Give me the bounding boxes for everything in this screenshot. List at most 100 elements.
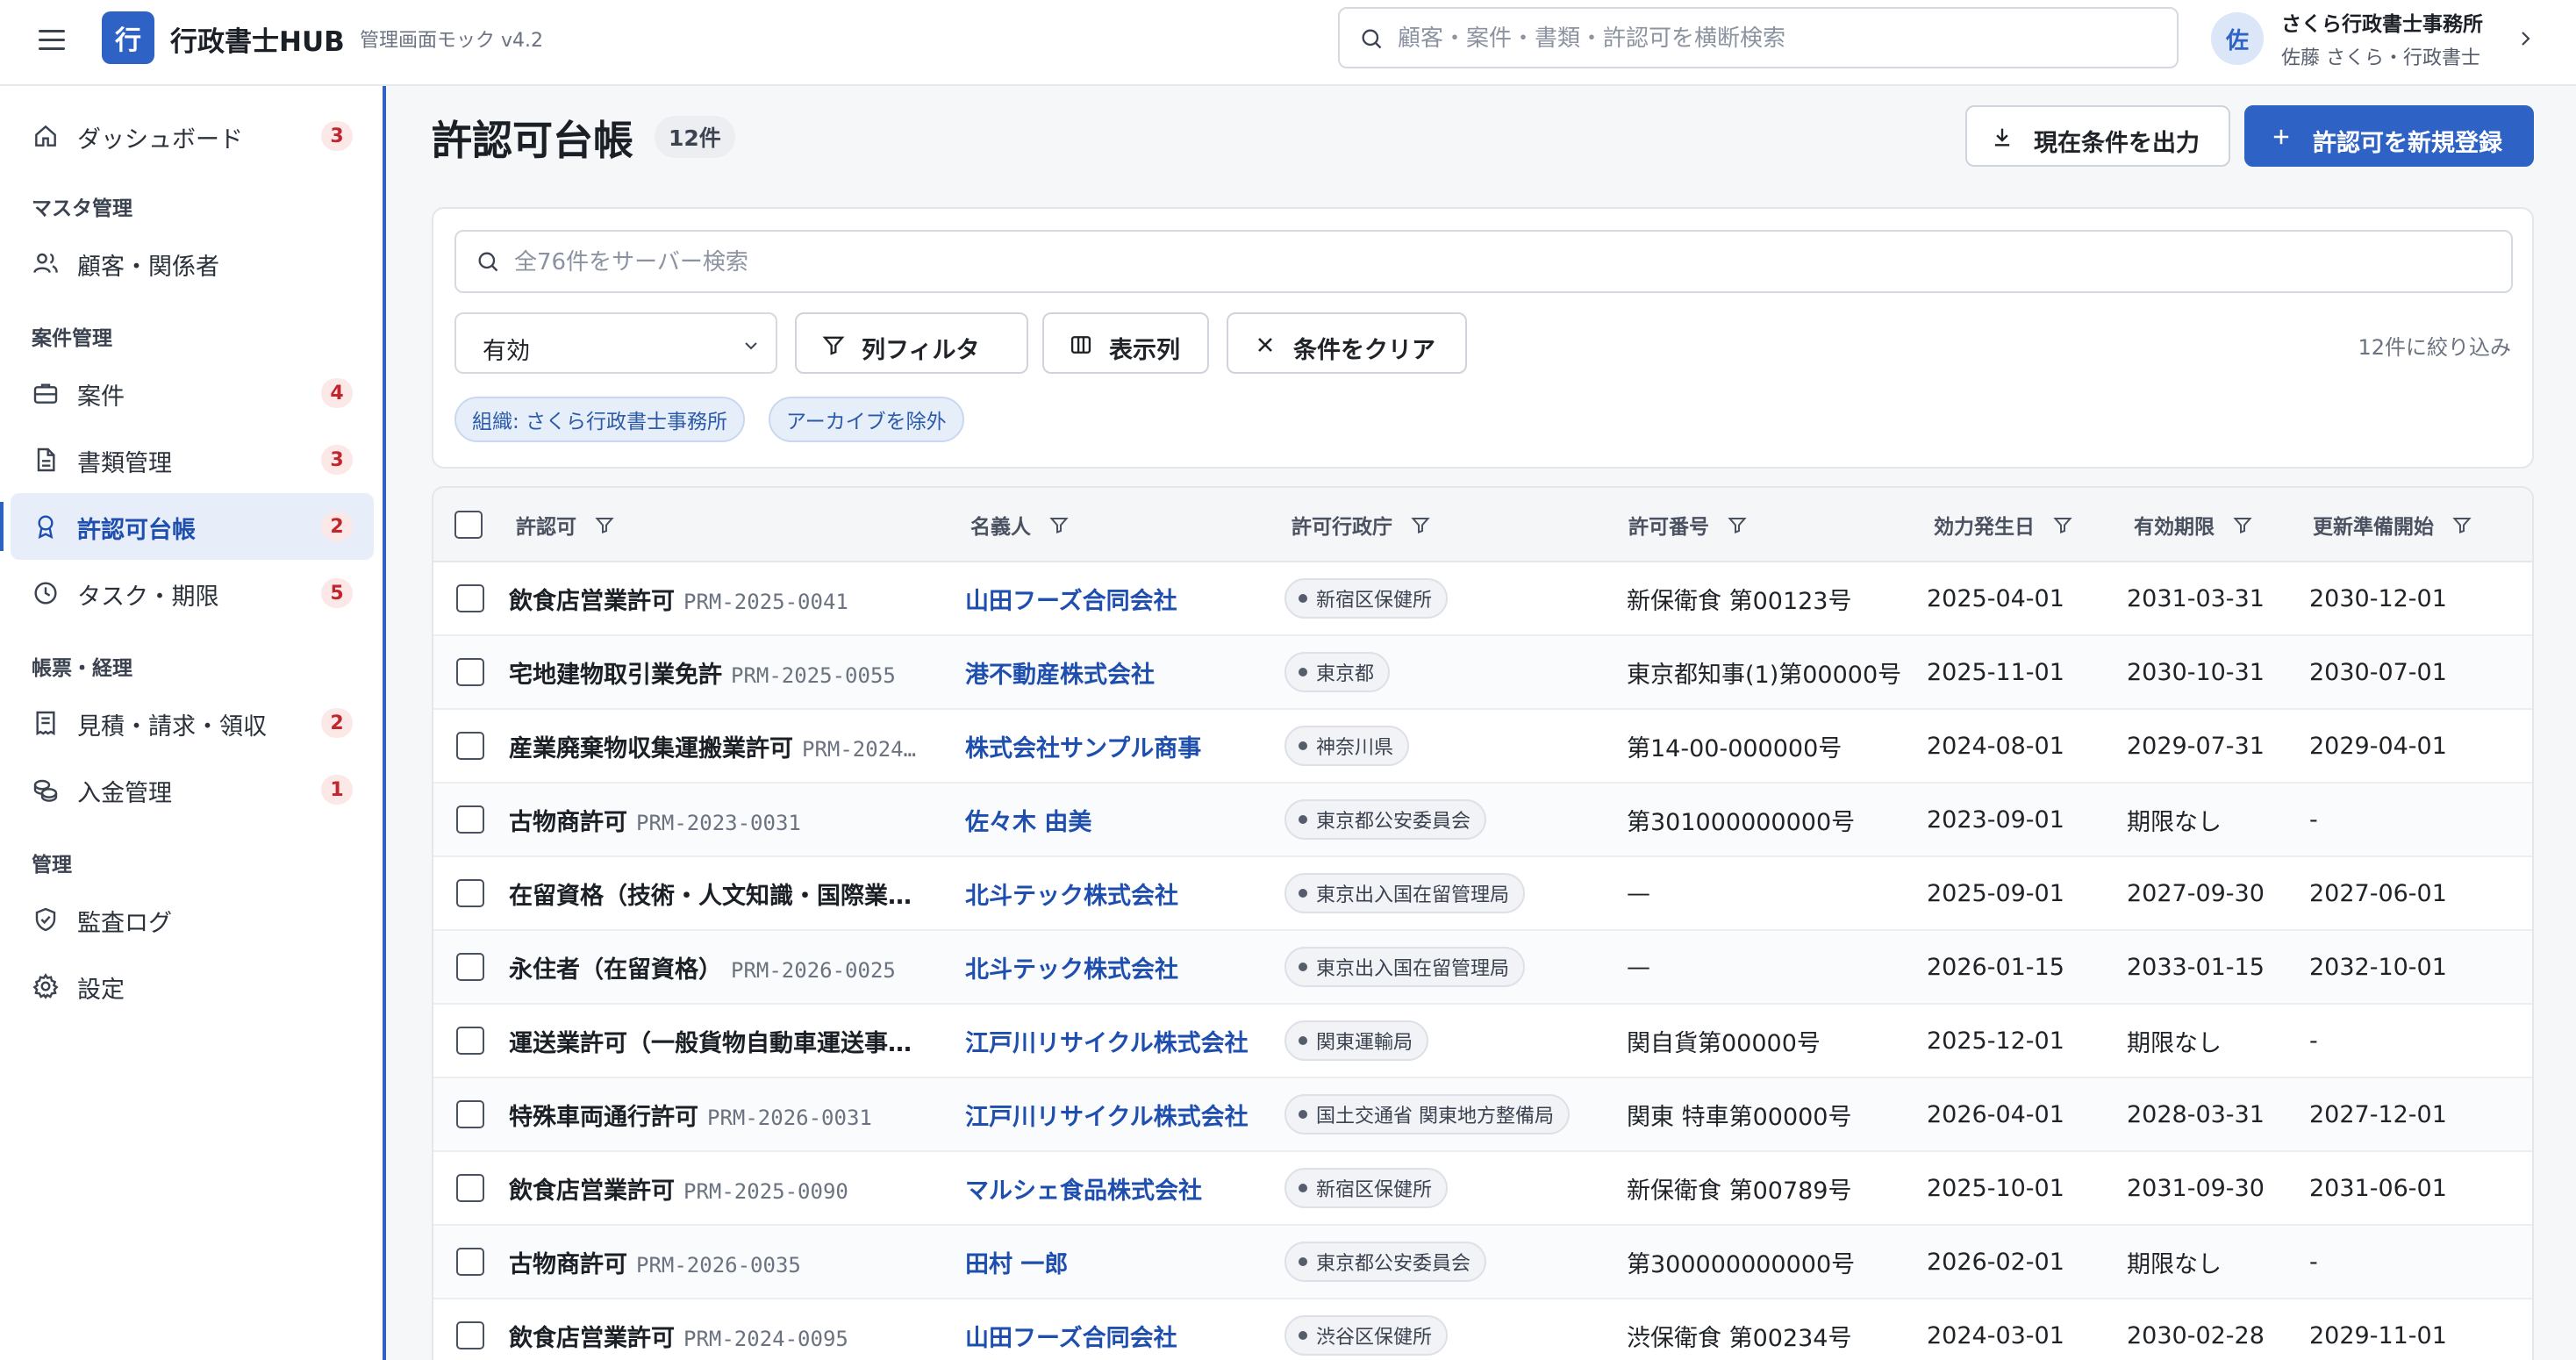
holder-link[interactable]: 北斗テック株式会社: [965, 956, 1178, 984]
user-name[interactable]: 佐藤 さくら・行政書士: [2281, 42, 2480, 70]
server-search-input[interactable]: [514, 244, 2488, 281]
holder-link[interactable]: 江戸川リサイクル株式会社: [965, 1104, 1249, 1131]
permit-name[interactable]: 飲食店営業許可: [509, 1325, 675, 1352]
count-badge: 4: [321, 378, 353, 408]
row-checkbox[interactable]: [456, 1100, 484, 1129]
sidebar-item-settings[interactable]: 設定: [11, 953, 374, 1020]
table-row[interactable]: 飲食店営業許可 PRM-2025-0090 マルシェ食品株式会社 新宿区保健所 新保衛食…: [433, 1151, 2532, 1225]
sidebar-item-cases[interactable]: 案件 4: [11, 360, 374, 426]
table-row[interactable]: 特殊車両通行許可 PRM-2026-0031 江戸川リサイクル株式会社 国土交通省 関…: [433, 1077, 2532, 1151]
filter-chip-org[interactable]: 組織: さくら行政書士事務所: [454, 397, 746, 442]
filter-icon[interactable]: [2232, 514, 2253, 535]
org-name[interactable]: さくら行政書士事務所: [2281, 7, 2483, 37]
sidebar-item-audit-log[interactable]: 監査ログ: [11, 886, 374, 953]
avatar[interactable]: 佐: [2211, 12, 2264, 65]
column-header-agency[interactable]: 許可行政庁: [1284, 510, 1392, 540]
row-checkbox[interactable]: [456, 1027, 484, 1056]
chevron-right-icon[interactable]: [2515, 26, 2536, 51]
filter-icon[interactable]: [1048, 514, 1070, 535]
sidebar-item-clients[interactable]: 顧客・関係者: [11, 230, 374, 297]
holder-link[interactable]: 山田フーズ合同会社: [965, 1325, 1177, 1352]
row-checkbox[interactable]: [456, 732, 484, 761]
expiry-date: 期限なし: [2127, 808, 2222, 836]
table-row[interactable]: 古物商許可 PRM-2026-0035 田村 一郎 東京都公安委員会 第30000000…: [433, 1225, 2532, 1299]
dot-icon: [1299, 741, 1307, 750]
receipt-icon: [36, 711, 55, 736]
agency-label: 東京出入国在留管理局: [1316, 884, 1510, 906]
table-row[interactable]: 産業廃棄物収集運搬業許可 PRM-2024… 株式会社サンプル商事 神奈川県 第14-0…: [433, 709, 2532, 783]
table-row[interactable]: 宅地建物取引業免許 PRM-2025-0055 港不動産株式会社 東京都 東京都知事(1…: [433, 635, 2532, 709]
holder-link[interactable]: 北斗テック株式会社: [965, 883, 1178, 910]
row-checkbox[interactable]: [456, 805, 484, 834]
holder-link[interactable]: マルシェ食品株式会社: [965, 1177, 1202, 1205]
permit-name[interactable]: 特殊車両通行許可: [509, 1104, 698, 1131]
column-filter-button[interactable]: 列フィルタ: [795, 312, 1028, 374]
renewal-start-date: -: [2309, 1027, 2318, 1055]
expiry-date: 2028-03-31: [2127, 1100, 2265, 1128]
permit-name[interactable]: 飲食店営業許可: [509, 588, 675, 615]
hamburger-menu-icon[interactable]: [35, 23, 70, 58]
status-select[interactable]: 有効: [454, 312, 777, 374]
filter-chip-archive[interactable]: アーカイブを除外: [769, 397, 964, 442]
column-header-holder[interactable]: 名義人: [965, 510, 1031, 540]
sidebar-item-tasks[interactable]: タスク・期限 5: [11, 560, 374, 626]
clear-filters-button[interactable]: 条件をクリア: [1227, 312, 1467, 374]
permit-name[interactable]: 古物商許可: [509, 809, 627, 836]
select-all-checkbox[interactable]: [454, 510, 483, 539]
permit-name[interactable]: 古物商許可: [509, 1251, 627, 1278]
filter-icon[interactable]: [594, 514, 615, 535]
columns-button[interactable]: 表示列: [1042, 312, 1209, 374]
holder-link[interactable]: 山田フーズ合同会社: [965, 588, 1177, 615]
sidebar-item-label: 顧客・関係者: [77, 254, 219, 281]
table-row[interactable]: 運送業許可（一般貨物自動車運送事… 江戸川リサイクル株式会社 関東運輸局 関自貨第00…: [433, 1004, 2532, 1077]
column-header-expiry[interactable]: 有効期限: [2127, 510, 2215, 540]
row-checkbox[interactable]: [456, 584, 484, 613]
export-button[interactable]: 現在条件を出力: [1965, 105, 2230, 167]
row-checkbox[interactable]: [456, 658, 484, 687]
clear-filters-label: 条件をクリア: [1293, 337, 1435, 364]
sidebar-item-payments[interactable]: 入金管理 1: [11, 756, 374, 823]
column-header-renewal[interactable]: 更新準備開始: [2306, 510, 2434, 540]
table-row[interactable]: 飲食店営業許可 PRM-2025-0041 山田フーズ合同会社 新宿区保健所 新保衛食 …: [433, 562, 2532, 635]
holder-link[interactable]: 港不動産株式会社: [965, 662, 1155, 689]
table-row[interactable]: 永住者（在留資格） PRM-2026-0025 北斗テック株式会社 東京出入国在留管理…: [433, 930, 2532, 1004]
permit-name[interactable]: 永住者（在留資格）: [509, 956, 722, 984]
users-icon: [33, 253, 58, 274]
permit-name[interactable]: 在留資格（技術・人文知識・国際業…: [509, 883, 912, 910]
create-permit-button[interactable]: 許認可を新規登録: [2244, 105, 2534, 167]
sidebar-item-dashboard[interactable]: ダッシュボード 3: [11, 103, 374, 169]
permit-code: PRM-2023-0031: [636, 810, 801, 835]
sidebar-item-permits[interactable]: 許認可台帳 2: [0, 493, 374, 560]
permit-name[interactable]: 運送業許可（一般貨物自動車運送事…: [509, 1030, 912, 1057]
agency-label: 新宿区保健所: [1316, 1179, 1433, 1201]
global-search-input[interactable]: [1398, 19, 2161, 58]
permit-name[interactable]: 産業廃棄物収集運搬業許可: [509, 735, 793, 762]
column-header-number[interactable]: 許可番号: [1621, 510, 1709, 540]
permit-name[interactable]: 宅地建物取引業免許: [509, 662, 722, 689]
sidebar-item-invoices[interactable]: 見積・請求・領収 2: [11, 690, 374, 756]
permit-number: 新保衛食 第00123号: [1627, 587, 1852, 615]
row-checkbox[interactable]: [456, 1174, 484, 1203]
filter-icon[interactable]: [1727, 514, 1748, 535]
expiry-date: 期限なし: [2127, 1250, 2222, 1278]
filter-icon[interactable]: [1410, 514, 1431, 535]
table-row[interactable]: 古物商許可 PRM-2023-0031 佐々木 由美 東京都公安委員会 第3010000…: [433, 783, 2532, 856]
holder-link[interactable]: 田村 一郎: [965, 1251, 1068, 1278]
filter-icon[interactable]: [2052, 514, 2073, 535]
table-row[interactable]: 飲食店営業許可 PRM-2024-0095 山田フーズ合同会社 渋谷区保健所 渋保衛食 …: [433, 1299, 2532, 1360]
row-checkbox[interactable]: [456, 953, 484, 982]
count-badge: 1: [321, 775, 353, 805]
column-header-effective[interactable]: 効力発生日: [1927, 510, 2035, 540]
holder-link[interactable]: 株式会社サンプル商事: [965, 735, 1201, 762]
row-checkbox[interactable]: [456, 1248, 484, 1277]
column-header-permit[interactable]: 許認可: [509, 510, 576, 540]
agency-badge: 国土交通省 関東地方整備局: [1284, 1094, 1570, 1135]
row-checkbox[interactable]: [456, 1321, 484, 1350]
permit-name[interactable]: 飲食店営業許可: [509, 1177, 675, 1205]
table-row[interactable]: 在留資格（技術・人文知識・国際業… 北斗テック株式会社 東京出入国在留管理局 — 202…: [433, 856, 2532, 930]
filter-icon[interactable]: [2451, 514, 2472, 535]
sidebar-item-documents[interactable]: 書類管理 3: [11, 426, 374, 493]
row-checkbox[interactable]: [456, 879, 484, 908]
holder-link[interactable]: 江戸川リサイクル株式会社: [965, 1030, 1249, 1057]
holder-link[interactable]: 佐々木 由美: [965, 809, 1091, 836]
